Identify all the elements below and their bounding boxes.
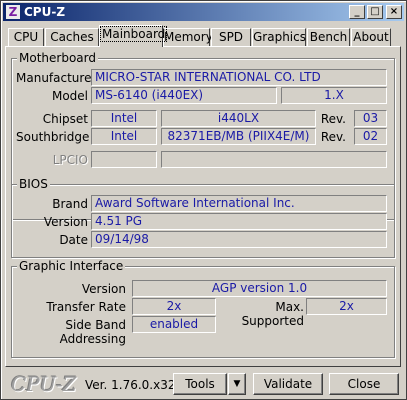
southbridge-rev-label: Rev. <box>320 130 346 144</box>
close-window-button[interactable]: × <box>386 5 402 19</box>
validate-button[interactable]: Validate <box>253 373 323 395</box>
tab-about[interactable]: About <box>351 28 391 46</box>
footer-bar: CPU-Z Ver. 1.76.0.x32 Tools ▼ Validate C… <box>1 367 406 399</box>
transfer-rate-value: 2x <box>132 298 216 315</box>
version-text: Ver. 1.76.0.x32 <box>85 378 176 392</box>
bios-brand-value: Award Software International Inc. <box>91 195 387 212</box>
bios-group-title: BIOS <box>17 177 50 191</box>
close-button[interactable]: Close <box>329 373 399 395</box>
graphic-interface-group-title: Graphic Interface <box>17 259 126 273</box>
window-title: CPU-Z <box>24 5 66 19</box>
model-label: Model <box>51 89 88 103</box>
mainboard-panel: Motherboard Manufacturer MICRO-STAR INTE… <box>5 46 401 367</box>
tab-mainboard[interactable]: Mainboard <box>99 25 168 47</box>
tab-memory[interactable]: Memory <box>163 28 213 46</box>
model-revision-value: 1.X <box>281 87 387 104</box>
chipset-label: Chipset <box>42 112 88 126</box>
bios-brand-label: Brand <box>52 197 88 211</box>
southbridge-rev-value: 02 <box>354 128 387 145</box>
tab-graphics[interactable]: Graphics <box>252 28 306 46</box>
title-bar[interactable]: Z CPU-Z _ □ × <box>3 3 404 21</box>
bios-version-value: 4.51 PG <box>91 213 387 230</box>
tab-caches[interactable]: Caches <box>45 28 99 46</box>
manufacturer-value: MICRO-STAR INTERNATIONAL CO. LTD <box>91 69 387 86</box>
chipset-rev-label: Rev. <box>320 112 346 126</box>
maximize-button[interactable]: □ <box>367 5 383 19</box>
cpuz-logo: CPU-Z <box>11 372 77 396</box>
side-band-addressing-label: Side Band Addressing <box>59 318 126 346</box>
model-value: MS-6140 (i440EX) <box>91 87 277 104</box>
bios-date-label: Date <box>59 233 88 247</box>
bios-date-value: 09/14/98 <box>91 231 387 248</box>
chipset-name-value: i440LX <box>161 110 316 127</box>
southbridge-vendor-value: Intel <box>91 128 157 145</box>
max-supported-label: Max. Supported <box>241 300 304 328</box>
graphic-version-value: AGP version 1.0 <box>132 280 387 297</box>
bios-version-label: Version <box>43 215 88 229</box>
cpuz-app-icon[interactable]: Z <box>6 5 20 19</box>
max-supported-value: 2x <box>306 298 387 315</box>
chipset-vendor-value: Intel <box>91 110 157 127</box>
tools-button[interactable]: Tools <box>173 373 227 395</box>
southbridge-label: Southbridge <box>16 130 90 144</box>
chipset-rev-value: 03 <box>354 110 387 127</box>
lpcio-label: LPCIO <box>52 153 88 167</box>
side-band-addressing-value: enabled <box>132 316 216 333</box>
tools-dropdown-button[interactable]: ▼ <box>228 373 246 395</box>
manufacturer-label: Manufacturer <box>16 71 97 85</box>
bios-group: BIOS Brand Award Software International … <box>11 177 395 258</box>
graphic-interface-group: Graphic Interface Version AGP version 1.… <box>11 259 395 358</box>
lpcio-vendor-value <box>91 151 157 168</box>
chevron-down-icon: ▼ <box>233 379 241 389</box>
lpcio-name-value <box>161 151 387 168</box>
tab-bench[interactable]: Bench <box>307 28 350 46</box>
transfer-rate-label: Transfer Rate <box>46 300 126 314</box>
tab-cpu[interactable]: CPU <box>8 28 44 46</box>
tab-spd[interactable]: SPD <box>211 28 251 46</box>
cpuz-window: Z CPU-Z _ □ × CPU Caches Mainboard Memor… <box>0 0 407 400</box>
minimize-button[interactable]: _ <box>349 5 365 19</box>
graphic-version-label: Version <box>81 282 126 296</box>
southbridge-name-value: 82371EB/MB (PIIX4E/M) <box>161 128 316 145</box>
motherboard-group-title: Motherboard <box>17 51 98 65</box>
